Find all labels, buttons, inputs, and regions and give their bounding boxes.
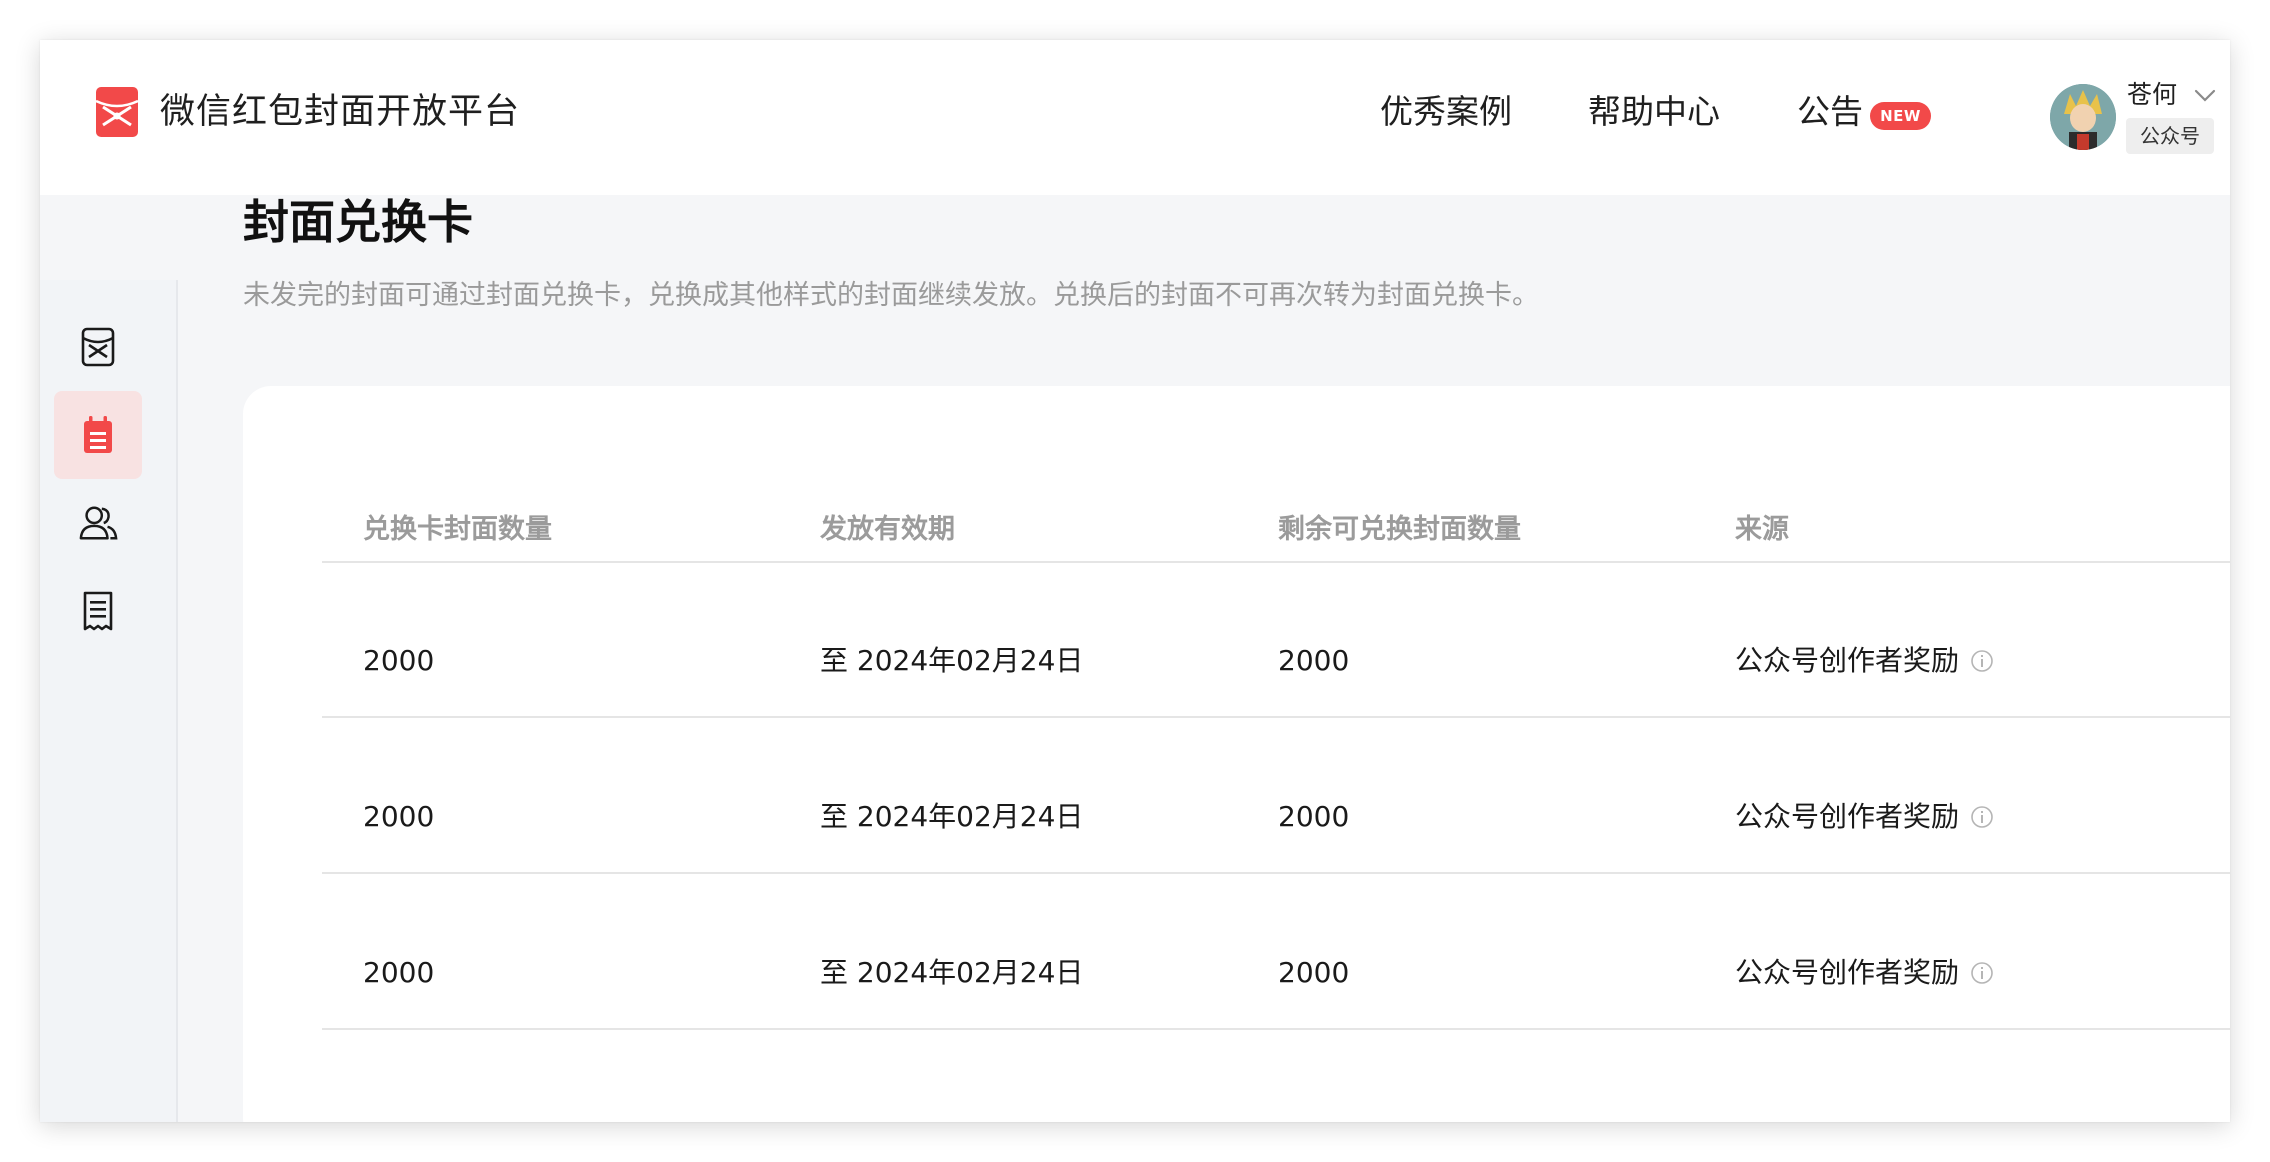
column-header-quantity: 兑换卡封面数量: [363, 514, 552, 545]
table-row-remaining: 2000: [1278, 644, 1350, 677]
row-divider: [322, 716, 2230, 718]
column-header-remaining: 剩余可兑换封面数量: [1278, 514, 1521, 545]
table-row-remaining: 2000: [1278, 956, 1350, 989]
red-envelope-icon[interactable]: [96, 87, 138, 137]
header-divider: [322, 561, 2230, 563]
sidebar-item-records[interactable]: [54, 567, 142, 655]
avatar[interactable]: [2050, 84, 2116, 150]
platform-title: 微信红包封面开放平台: [160, 92, 521, 132]
page-description: 未发完的封面可通过封面兑换卡，兑换成其他样式的封面继续发放。兑换后的封面不可再次…: [243, 280, 1539, 311]
row-divider: [322, 872, 2230, 874]
info-icon[interactable]: [1970, 805, 1994, 829]
sidebar-item-exchange-card[interactable]: [54, 391, 142, 479]
receipt-icon: [83, 591, 113, 631]
envelope-cover-icon: [81, 327, 115, 367]
nav-notice-link[interactable]: 公告: [1797, 88, 1863, 136]
row-divider: [322, 1028, 2230, 1030]
table-row-validity: 至 2024年02月24日: [820, 956, 1084, 989]
sidebar-item-users[interactable]: [54, 479, 142, 567]
table-row-validity: 至 2024年02月24日: [820, 644, 1084, 677]
table-row-source: 公众号创作者奖励: [1735, 800, 1960, 833]
chevron-down-icon[interactable]: [2192, 84, 2218, 106]
calendar-card-icon: [84, 416, 112, 453]
users-icon: [79, 506, 118, 540]
sidebar-item-covers[interactable]: [54, 303, 142, 391]
table-row-source: 公众号创作者奖励: [1735, 956, 1960, 989]
table-row-remaining: 2000: [1278, 800, 1350, 833]
table-row-quantity: 2000: [363, 644, 435, 677]
table-row-quantity: 2000: [363, 956, 435, 989]
sidebar: [40, 280, 178, 1122]
table-row-quantity: 2000: [363, 800, 435, 833]
nav-help-link[interactable]: 帮助中心: [1588, 88, 1720, 136]
info-icon[interactable]: [1970, 649, 1994, 673]
app-window: 微信红包封面开放平台 优秀案例 帮助中心 公告 NEW 苍何 公众号 封面兑换卡…: [40, 40, 2230, 1122]
table-row-validity: 至 2024年02月24日: [820, 800, 1084, 833]
column-header-validity: 发放有效期: [820, 514, 955, 545]
account-type-tag: 公众号: [2126, 118, 2214, 154]
exchange-card-panel: [243, 386, 2230, 1122]
page-title: 封面兑换卡: [243, 195, 473, 249]
info-icon[interactable]: [1970, 961, 1994, 985]
user-name[interactable]: 苍何: [2127, 78, 2177, 112]
table-row-source: 公众号创作者奖励: [1735, 644, 1960, 677]
nav-cases-link[interactable]: 优秀案例: [1380, 88, 1512, 136]
top-bar: 微信红包封面开放平台 优秀案例 帮助中心 公告 NEW 苍何 公众号: [40, 40, 2230, 195]
column-header-source: 来源: [1735, 514, 1789, 545]
new-badge: NEW: [1870, 102, 1931, 130]
